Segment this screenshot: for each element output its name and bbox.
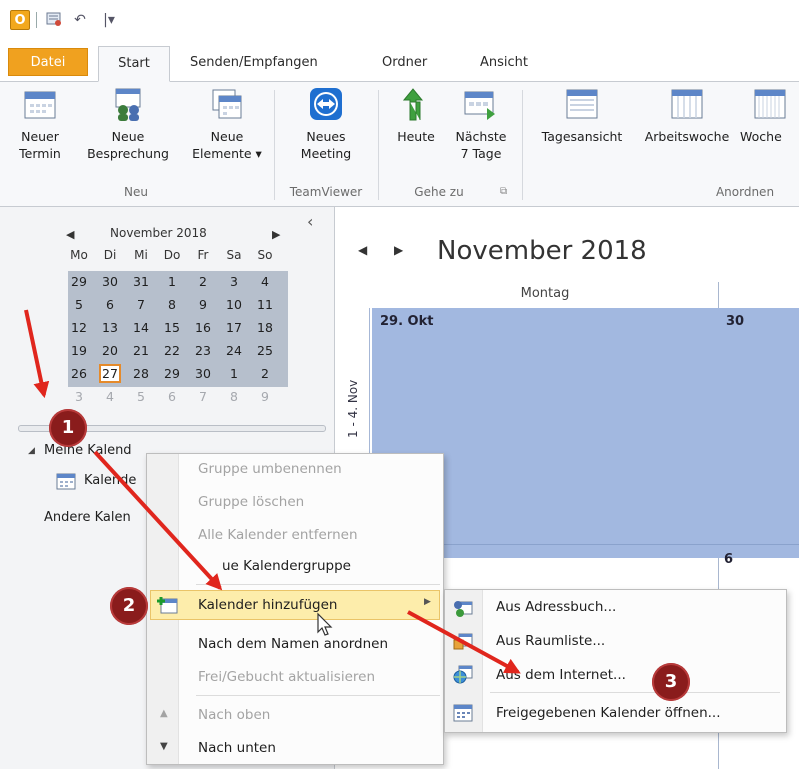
step-badge-1: 1 bbox=[49, 409, 87, 447]
step-badge-3: 3 bbox=[652, 663, 690, 701]
annotation-arrows bbox=[24, 309, 521, 674]
annotation-arrow-2 bbox=[93, 450, 223, 591]
step-badge-2: 2 bbox=[110, 587, 148, 625]
annotation-arrow-1 bbox=[24, 309, 50, 399]
annotation-arrow-3 bbox=[407, 610, 521, 674]
